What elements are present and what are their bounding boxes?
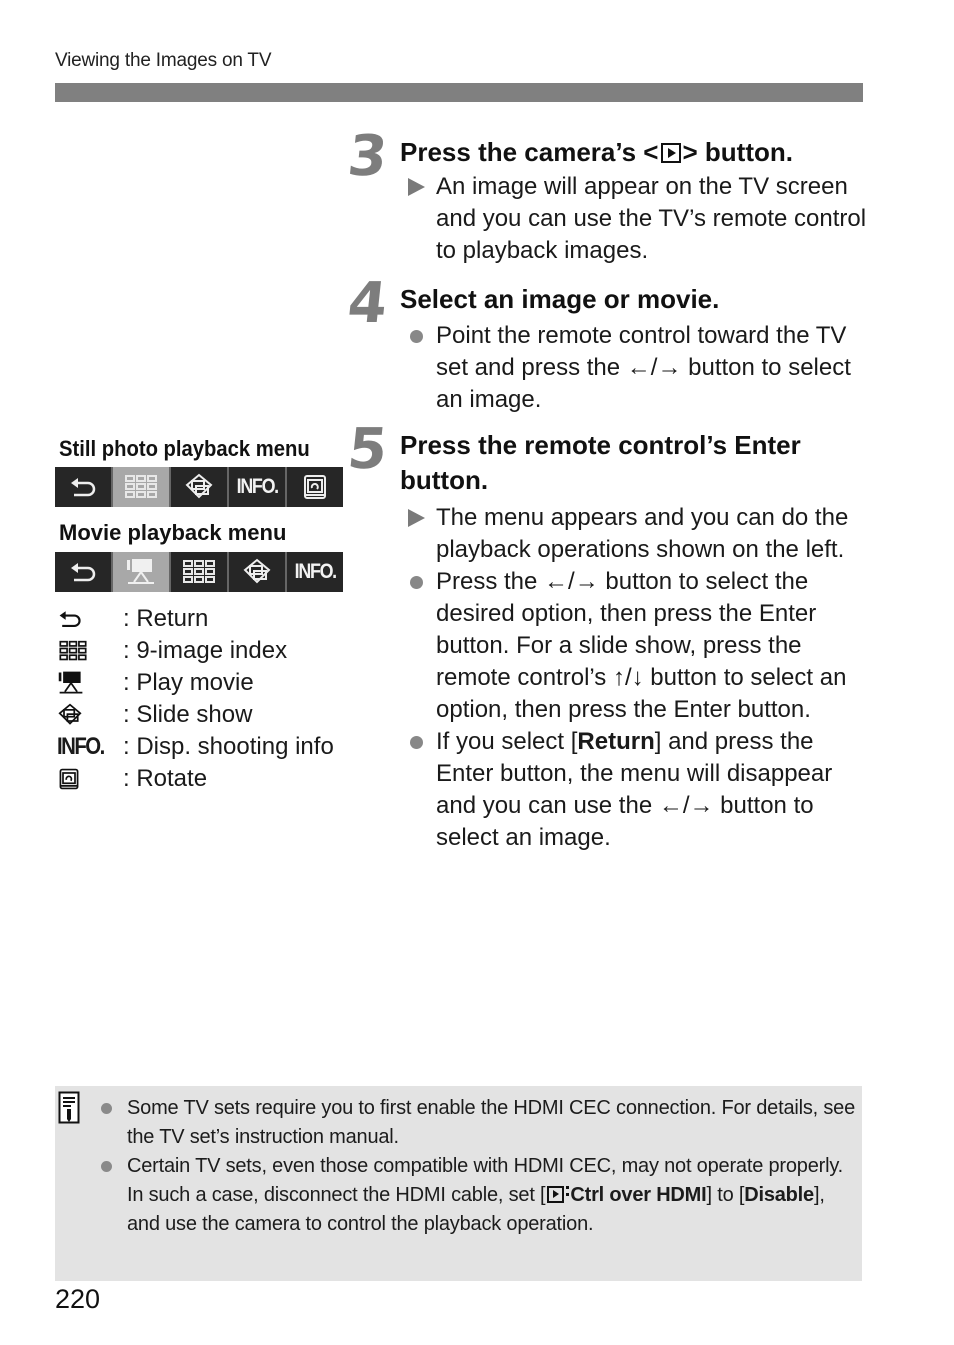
9-image-index-icon bbox=[59, 640, 87, 661]
step-number: 4 bbox=[344, 271, 391, 336]
playback-button-icon bbox=[660, 143, 681, 163]
item-text: Press the ←/→ button to select the desir… bbox=[436, 568, 847, 723]
menu-cell-return bbox=[55, 552, 113, 592]
legend-text: : Slide show bbox=[123, 701, 253, 728]
slide-show-icon bbox=[185, 473, 213, 499]
menu-cell-rotate bbox=[287, 467, 343, 507]
info-icon: INFO. bbox=[236, 475, 278, 498]
note-text: ] to [ bbox=[706, 1184, 745, 1206]
bullet-item: If you select [Return] and press the Ent… bbox=[400, 726, 870, 854]
menu-cell-return bbox=[55, 467, 113, 507]
step-title: Select an image or movie. bbox=[400, 284, 720, 314]
step-body: An image will appear on the TV screen an… bbox=[400, 171, 870, 267]
item-text: The menu appears and you can do the play… bbox=[436, 504, 849, 563]
return-icon bbox=[59, 611, 81, 628]
note-text: Some TV sets require you to first enable… bbox=[127, 1097, 856, 1148]
info-icon: INFO. bbox=[57, 733, 105, 760]
step-title-text: Press the camera’s < bbox=[400, 137, 659, 167]
slide-show-icon bbox=[243, 558, 271, 584]
step-title-text: > button. bbox=[682, 137, 793, 167]
menu-cell-9-image-index bbox=[113, 467, 171, 507]
header-divider-bar bbox=[55, 83, 863, 102]
9-image-index-icon bbox=[125, 475, 157, 498]
dot-bullet-icon bbox=[101, 1103, 112, 1114]
page-number: 220 bbox=[55, 1284, 101, 1314]
legend-text: : Disp. shooting info bbox=[123, 733, 334, 760]
menu-cell-slide-show bbox=[171, 467, 229, 507]
result-item: The menu appears and you can do the play… bbox=[400, 502, 870, 566]
triangle-bullet-icon bbox=[408, 178, 425, 196]
bullet-item: Point the remote control toward the TV s… bbox=[400, 320, 870, 416]
still-menu-label: Still photo playback menu bbox=[59, 436, 310, 461]
menu-option-disable: Disable bbox=[744, 1184, 814, 1206]
step-title: Press the camera’s < > button. bbox=[400, 135, 870, 170]
dot-bullet-icon bbox=[410, 576, 423, 589]
menu-option-ctrl-over-hdmi: Ctrl over HDMI bbox=[570, 1184, 707, 1206]
rotate-icon bbox=[304, 475, 326, 499]
movie-playback-menu-bar: INFO. bbox=[55, 552, 343, 592]
dot-bullet-icon bbox=[410, 330, 423, 343]
step-number: 3 bbox=[344, 124, 391, 189]
play-movie-icon bbox=[127, 559, 154, 584]
return-icon bbox=[71, 563, 96, 582]
rotate-icon bbox=[59, 768, 79, 790]
legend-row-9-image-index: : 9-image index bbox=[57, 635, 357, 667]
menu-cell-info: INFO. bbox=[287, 552, 343, 592]
playback-menu-icon bbox=[547, 1186, 570, 1203]
legend-text: : 9-image index bbox=[123, 637, 288, 664]
menu-cell-slide-show bbox=[229, 552, 287, 592]
running-header-title: Viewing the Images on TV bbox=[55, 50, 272, 71]
item-text: Point the remote control toward the TV s… bbox=[436, 322, 851, 413]
movie-menu-label: Movie playback menu bbox=[59, 520, 287, 545]
menu-cell-play-movie bbox=[113, 552, 171, 592]
item-text: An image will appear on the TV screen an… bbox=[436, 173, 867, 264]
menu-option-return: Return bbox=[577, 728, 655, 755]
note-box: Some TV sets require you to first enable… bbox=[55, 1086, 862, 1281]
play-movie-icon bbox=[58, 671, 83, 694]
legend-row-info: INFO. : Disp. shooting info bbox=[57, 731, 357, 763]
note-list: Some TV sets require you to first enable… bbox=[97, 1094, 857, 1239]
note-item: Certain TV sets, even those compatible w… bbox=[97, 1152, 857, 1239]
legend-text: : Return bbox=[123, 605, 209, 632]
result-item: An image will appear on the TV screen an… bbox=[400, 171, 870, 267]
bullet-item: Press the ←/→ button to select the desir… bbox=[400, 566, 870, 726]
slide-show-icon bbox=[58, 703, 82, 725]
menu-cell-9-image-index bbox=[171, 552, 229, 592]
icon-legend: : Return : 9-image index : Play movie : … bbox=[57, 603, 357, 795]
legend-row-return: : Return bbox=[57, 603, 357, 635]
memo-icon bbox=[58, 1091, 80, 1124]
step-body: The menu appears and you can do the play… bbox=[400, 502, 870, 854]
return-icon bbox=[71, 478, 96, 497]
dot-bullet-icon bbox=[410, 736, 423, 749]
step-number: 5 bbox=[344, 417, 391, 482]
dot-bullet-icon bbox=[101, 1161, 112, 1172]
9-image-index-icon bbox=[183, 560, 215, 583]
info-icon: INFO. bbox=[294, 560, 336, 583]
legend-text: : Rotate bbox=[123, 765, 208, 792]
menu-cell-info: INFO. bbox=[229, 467, 287, 507]
triangle-bullet-icon bbox=[408, 509, 425, 527]
still-playback-menu-bar: INFO. bbox=[55, 467, 343, 507]
legend-row-rotate: : Rotate bbox=[57, 763, 357, 795]
note-item: Some TV sets require you to first enable… bbox=[97, 1094, 857, 1152]
item-text: If you select [ bbox=[436, 728, 578, 755]
step-body: Point the remote control toward the TV s… bbox=[400, 320, 870, 416]
legend-row-play-movie: : Play movie bbox=[57, 667, 357, 699]
step-title: Press the remote control’s Enter button. bbox=[400, 430, 801, 495]
legend-row-slide-show: : Slide show bbox=[57, 699, 357, 731]
legend-text: : Play movie bbox=[123, 669, 254, 696]
